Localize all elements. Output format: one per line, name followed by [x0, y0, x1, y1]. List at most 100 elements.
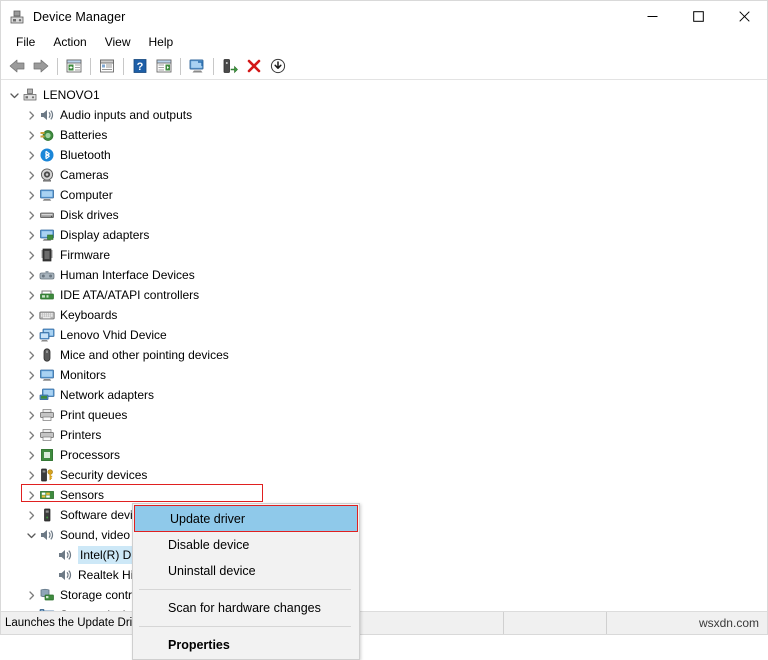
- tree-item-security-devices[interactable]: Security devices: [1, 465, 767, 485]
- menu-file[interactable]: File: [7, 33, 44, 52]
- tree-item-lenovo-vhid-device[interactable]: Lenovo Vhid Device: [1, 325, 767, 345]
- toolbar-separator: [213, 58, 214, 75]
- chevron-right-icon[interactable]: [23, 507, 39, 523]
- scan-hardware-changes-icon[interactable]: [185, 55, 209, 77]
- tree-item-disk-drives[interactable]: Disk drives: [1, 205, 767, 225]
- tree-item-label: Monitors: [60, 367, 106, 383]
- uninstall-device-icon[interactable]: [242, 55, 266, 77]
- chevron-right-icon[interactable]: [23, 167, 39, 183]
- back-arrow-icon[interactable]: [5, 55, 29, 77]
- context-menu-item-properties[interactable]: Properties: [133, 632, 359, 658]
- tree-item-batteries[interactable]: Batteries: [1, 125, 767, 145]
- chevron-right-icon[interactable]: [23, 287, 39, 303]
- tree-item-cameras[interactable]: Cameras: [1, 165, 767, 185]
- title-bar: Device Manager: [1, 1, 767, 32]
- chevron-right-icon[interactable]: [23, 207, 39, 223]
- toolbar: ?: [1, 53, 767, 80]
- keyboard-icon: [39, 307, 55, 323]
- tree-root-lenovo1[interactable]: LENOVO1: [1, 85, 767, 105]
- tree-child-intel-display-audio[interactable]: Intel(R) Display Audio: [1, 545, 767, 565]
- tree-item-label: Sensors: [60, 487, 104, 503]
- menu-action[interactable]: Action: [44, 33, 95, 52]
- tree-item-label: Cameras: [60, 167, 109, 183]
- mouse-icon: [39, 347, 55, 363]
- chevron-right-icon[interactable]: [23, 467, 39, 483]
- tree-item-mice-and-other-pointing-devices[interactable]: Mice and other pointing devices: [1, 345, 767, 365]
- storage-controller-icon: [39, 587, 55, 603]
- window-title: Device Manager: [33, 10, 125, 24]
- vhid-icon: [39, 327, 55, 343]
- chevron-right-icon[interactable]: [23, 407, 39, 423]
- context-menu-item-disable-device[interactable]: Disable device: [133, 532, 359, 558]
- tree-item-firmware[interactable]: Firmware: [1, 245, 767, 265]
- disable-device-icon[interactable]: [266, 55, 290, 77]
- tree-item-sensors[interactable]: Sensors: [1, 485, 767, 505]
- chevron-right-icon[interactable]: [23, 307, 39, 323]
- show-hide-console-tree-icon[interactable]: [62, 55, 86, 77]
- tree-item-display-adapters[interactable]: Display adapters: [1, 225, 767, 245]
- show-hide-action-pane-icon[interactable]: [152, 55, 176, 77]
- network-adapter-icon: [39, 387, 55, 403]
- forward-arrow-icon[interactable]: [29, 55, 53, 77]
- tree-item-computer[interactable]: Computer: [1, 185, 767, 205]
- help-icon[interactable]: ?: [128, 55, 152, 77]
- status-bar: Launches the Update Dri wsxdn.com: [1, 611, 767, 634]
- tree-item-processors[interactable]: Processors: [1, 445, 767, 465]
- tree-item-audio-inputs-and-outputs[interactable]: Audio inputs and outputs: [1, 105, 767, 125]
- update-driver-icon[interactable]: [218, 55, 242, 77]
- bluetooth-icon: [39, 147, 55, 163]
- sensor-icon: [39, 487, 55, 503]
- chevron-right-icon[interactable]: [23, 187, 39, 203]
- context-menu-item-scan-for-hardware-changes[interactable]: Scan for hardware changes: [133, 595, 359, 621]
- chevron-right-icon[interactable]: [23, 107, 39, 123]
- chevron-right-icon[interactable]: [23, 227, 39, 243]
- tree-item-printers[interactable]: Printers: [1, 425, 767, 445]
- menu-view[interactable]: View: [96, 33, 140, 52]
- chevron-right-icon[interactable]: [23, 447, 39, 463]
- chevron-right-icon[interactable]: [23, 267, 39, 283]
- tree-item-label: Computer: [60, 187, 113, 203]
- chevron-right-icon[interactable]: [23, 487, 39, 503]
- tree-item-bluetooth[interactable]: Bluetooth: [1, 145, 767, 165]
- minimize-button[interactable]: [629, 1, 675, 32]
- menu-bar: File Action View Help: [1, 32, 767, 53]
- printer-icon: [39, 427, 55, 443]
- chevron-right-icon[interactable]: [23, 147, 39, 163]
- chevron-down-icon[interactable]: [23, 527, 39, 543]
- tree-item-human-interface-devices[interactable]: Human Interface Devices: [1, 265, 767, 285]
- tree-item-sound-video-and-game-controllers[interactable]: Sound, video and game controllers: [1, 525, 767, 545]
- context-menu-item-update-driver[interactable]: Update driver: [134, 505, 358, 532]
- chevron-right-icon[interactable]: [23, 347, 39, 363]
- close-button[interactable]: [721, 1, 767, 32]
- chevron-right-icon[interactable]: [23, 247, 39, 263]
- context-menu[interactable]: Update driver Disable device Uninstall d…: [132, 503, 360, 660]
- tree-item-label: Processors: [60, 447, 120, 463]
- tree-child-realtek-high-definition-audio[interactable]: Realtek High Definition Audio: [1, 565, 767, 585]
- tree-item-label: Bluetooth: [60, 147, 111, 163]
- tree-item-label: Lenovo Vhid Device: [60, 327, 167, 343]
- chevron-right-icon[interactable]: [23, 327, 39, 343]
- tree-item-keyboards[interactable]: Keyboards: [1, 305, 767, 325]
- tree-item-storage-controllers[interactable]: Storage controllers: [1, 585, 767, 605]
- chevron-right-icon[interactable]: [23, 127, 39, 143]
- chevron-down-icon[interactable]: [6, 87, 22, 103]
- tree-item-network-adapters[interactable]: Network adapters: [1, 385, 767, 405]
- chevron-right-icon[interactable]: [23, 427, 39, 443]
- menu-help[interactable]: Help: [140, 33, 183, 52]
- toolbar-separator: [123, 58, 124, 75]
- tree-item-software-devices[interactable]: Software devices: [1, 505, 767, 525]
- properties-icon[interactable]: [95, 55, 119, 77]
- tree-item-label: Network adapters: [60, 387, 154, 403]
- tree-item-print-queues[interactable]: Print queues: [1, 405, 767, 425]
- tree-item-label: Disk drives: [60, 207, 119, 223]
- device-tree[interactable]: LENOVO1 Audio inputs and outputs Batteri…: [1, 80, 767, 611]
- tree-item-monitors[interactable]: Monitors: [1, 365, 767, 385]
- chevron-right-icon[interactable]: [23, 387, 39, 403]
- battery-icon: [39, 127, 55, 143]
- tree-item-ide-ata-atapi-controllers[interactable]: IDE ATA/ATAPI controllers: [1, 285, 767, 305]
- maximize-button[interactable]: [675, 1, 721, 32]
- chevron-right-icon[interactable]: [23, 587, 39, 603]
- security-device-icon: [39, 467, 55, 483]
- chevron-right-icon[interactable]: [23, 367, 39, 383]
- context-menu-item-uninstall-device[interactable]: Uninstall device: [133, 558, 359, 584]
